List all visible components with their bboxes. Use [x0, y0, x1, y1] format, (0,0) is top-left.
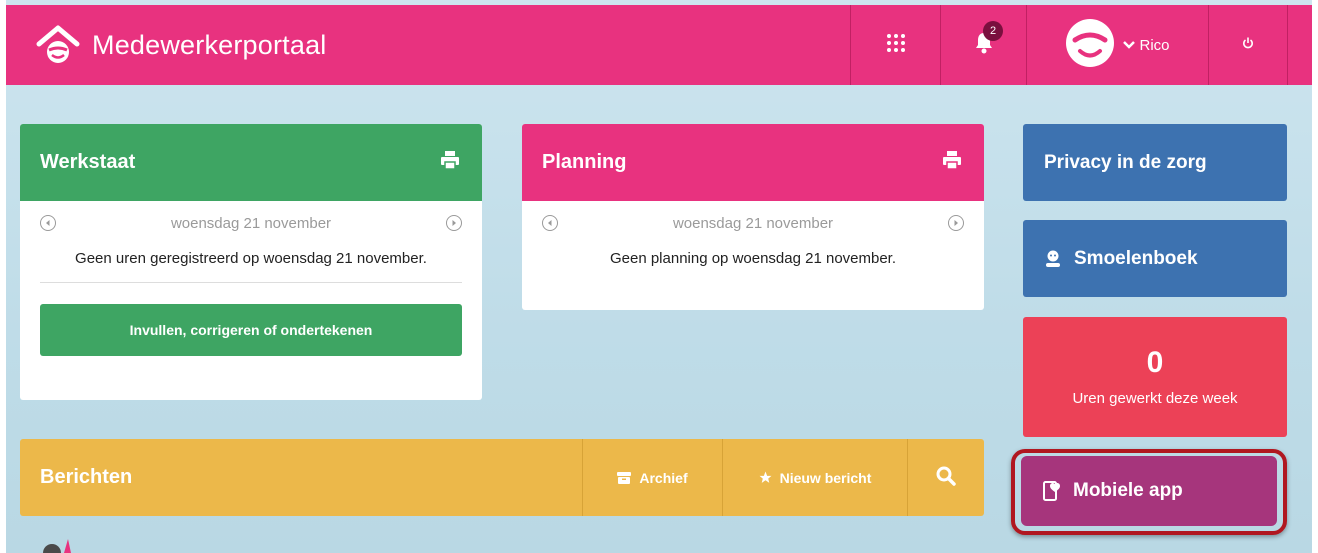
werkstaat-date: woensdag 21 november	[170, 214, 332, 232]
app-title: Medewerkerportaal	[92, 29, 327, 60]
top-navbar: Medewerkerportaal 2 Rico	[6, 5, 1312, 85]
planning-card: Planning woensdag 21 november Geen plann…	[522, 124, 984, 310]
planning-header: Planning	[522, 124, 984, 201]
star-icon	[759, 471, 772, 484]
archief-button[interactable]: Archief	[582, 439, 722, 516]
notification-badge: 2	[983, 21, 1003, 41]
printer-icon[interactable]	[942, 151, 962, 174]
planning-message: Geen planning op woensdag 21 november.	[609, 250, 897, 267]
user-name: Rico	[1139, 36, 1170, 54]
uren-label: Uren gewerkt deze week	[1072, 389, 1238, 407]
nieuw-bericht-label: Nieuw bericht	[779, 469, 872, 486]
apps-grid-icon	[886, 33, 906, 58]
uren-value: 0	[1146, 345, 1164, 379]
apps-menu-button[interactable]	[850, 5, 940, 85]
printer-icon[interactable]	[440, 151, 460, 174]
user-name-label: Rico	[1123, 36, 1170, 54]
werkstaat-card: Werkstaat woensdag 21 november Geen uren…	[20, 124, 482, 400]
arrow-right-circle-icon[interactable]	[445, 215, 462, 231]
avatar-icon	[1065, 18, 1115, 73]
home-logo-icon	[34, 21, 82, 69]
search-button[interactable]	[907, 439, 984, 516]
berichten-bar: Berichten Archief Nieuw bericht	[20, 439, 984, 516]
smoelenboek-label: Smoelenboek	[1074, 247, 1198, 269]
privacy-tile[interactable]: Privacy in de zorg	[1023, 124, 1287, 201]
werkstaat-divider	[40, 282, 462, 283]
uren-tile[interactable]: 0 Uren gewerkt deze week	[1023, 317, 1287, 437]
berichten-title: Berichten	[40, 466, 133, 488]
mobiele-app-label: Mobiele app	[1073, 480, 1183, 501]
archive-icon	[617, 471, 632, 484]
mobile-icon	[1043, 481, 1061, 501]
arrow-left-circle-icon[interactable]	[542, 215, 558, 231]
page-border-right	[1312, 0, 1318, 553]
navbar-spacer	[1288, 5, 1312, 85]
notifications-button[interactable]: 2	[940, 5, 1026, 85]
user-menu-button[interactable]: Rico	[1026, 5, 1208, 85]
werkstaat-title: Werkstaat	[40, 151, 136, 173]
planning-date-nav: woensdag 21 november	[522, 211, 984, 235]
planning-date: woensdag 21 november	[672, 214, 834, 232]
nieuw-bericht-button[interactable]: Nieuw bericht	[722, 439, 907, 516]
werkstaat-header: Werkstaat	[20, 124, 482, 201]
person-icon	[1044, 250, 1062, 268]
arrow-left-circle-icon[interactable]	[40, 215, 56, 231]
mobiele-app-tile[interactable]: Mobiele app	[1021, 456, 1277, 526]
werkstaat-date-nav: woensdag 21 november	[20, 211, 482, 235]
smoelenboek-tile[interactable]: Smoelenboek	[1023, 220, 1287, 297]
archief-label: Archief	[639, 469, 688, 486]
search-icon	[936, 466, 956, 489]
chevron-down-icon	[1123, 40, 1136, 50]
werkstaat-message: Geen uren geregistreerd op woensdag 21 n…	[75, 250, 427, 267]
invullen-button[interactable]: Invullen, corrigeren of ondertekenen	[40, 304, 462, 356]
brand[interactable]: Medewerkerportaal	[6, 5, 850, 85]
logout-button[interactable]	[1208, 5, 1288, 85]
power-icon	[1242, 36, 1254, 54]
decorative-illustration	[36, 537, 96, 553]
arrow-right-circle-icon[interactable]	[947, 215, 964, 231]
planning-title: Planning	[542, 151, 627, 173]
